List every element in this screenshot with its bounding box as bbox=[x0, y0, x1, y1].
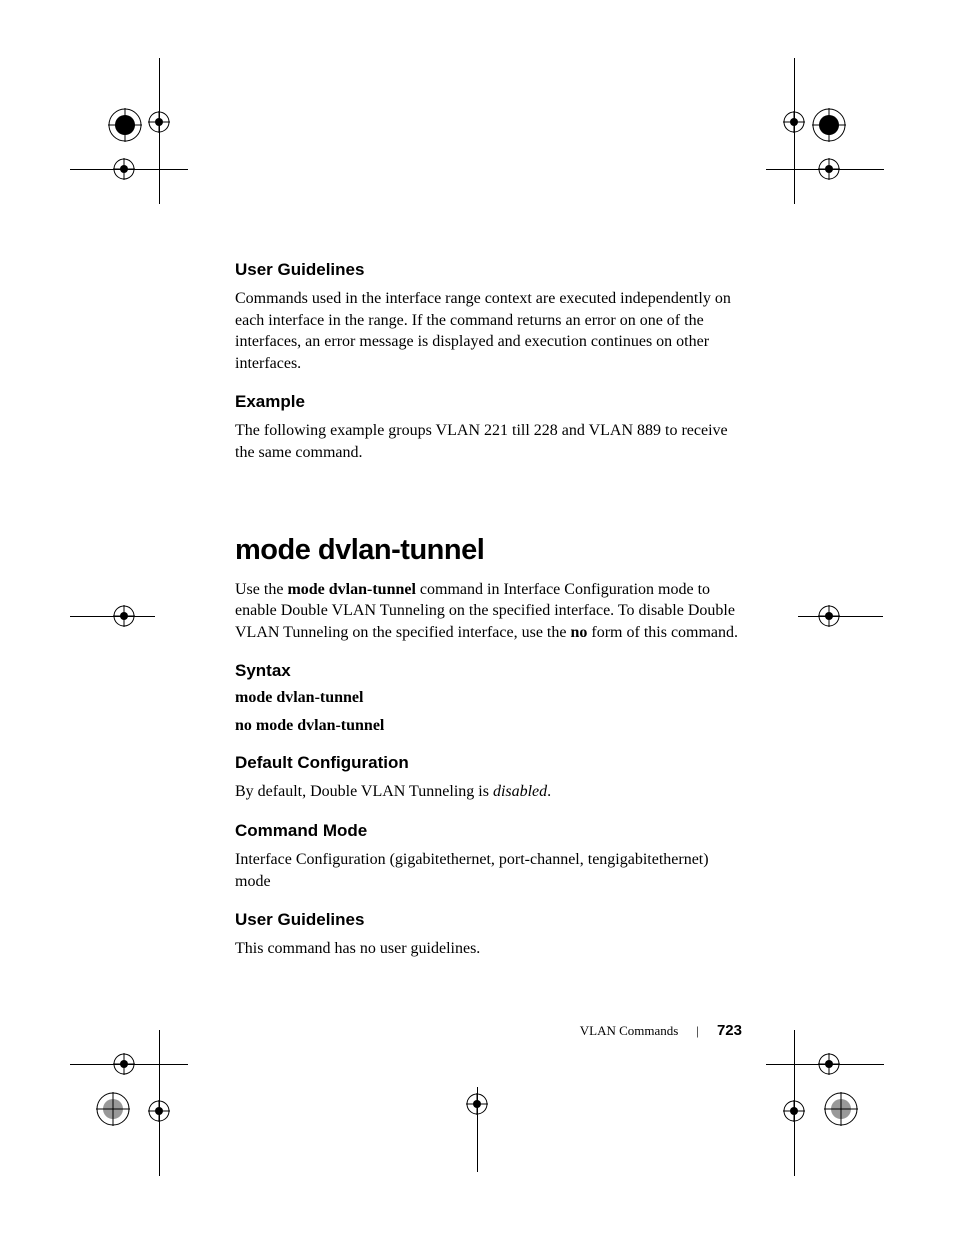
syntax-line: no mode dvlan-tunnel bbox=[235, 717, 740, 735]
registration-mark-icon bbox=[812, 108, 846, 142]
registration-mark-icon bbox=[783, 111, 805, 133]
heading-default-config: Default Configuration bbox=[235, 753, 740, 773]
registration-mark-icon bbox=[783, 1100, 805, 1122]
registration-mark-icon bbox=[96, 1092, 130, 1126]
registration-mark-icon bbox=[113, 158, 135, 180]
registration-mark-icon bbox=[818, 605, 840, 627]
page: User Guidelines Commands used in the int… bbox=[0, 0, 954, 1235]
syntax-line: mode dvlan-tunnel bbox=[235, 689, 740, 707]
body-user-guidelines: Commands used in the interface range con… bbox=[235, 288, 740, 374]
text: . bbox=[547, 783, 551, 800]
registration-mark-icon bbox=[824, 1092, 858, 1126]
footer-section-name: VLAN Commands bbox=[580, 1023, 679, 1039]
heading-command-mode: Command Mode bbox=[235, 821, 740, 841]
heading-syntax: Syntax bbox=[235, 661, 740, 681]
footer-page-number: 723 bbox=[717, 1022, 742, 1039]
crop-mark bbox=[798, 616, 883, 617]
text: Use the bbox=[235, 581, 287, 598]
registration-mark-icon bbox=[818, 1053, 840, 1075]
registration-mark-icon bbox=[113, 605, 135, 627]
section-title: mode dvlan-tunnel bbox=[235, 534, 740, 567]
page-footer: VLAN Commands | 723 bbox=[580, 1022, 742, 1039]
body-user-guidelines-2: This command has no user guidelines. bbox=[235, 938, 740, 960]
registration-mark-icon bbox=[148, 1100, 170, 1122]
text: By default, Double VLAN Tunneling is bbox=[235, 783, 493, 800]
heading-user-guidelines: User Guidelines bbox=[235, 260, 740, 280]
body-default-config: By default, Double VLAN Tunneling is dis… bbox=[235, 781, 740, 803]
registration-mark-icon bbox=[148, 111, 170, 133]
footer-separator: | bbox=[696, 1023, 699, 1039]
text: form of this command. bbox=[587, 624, 738, 641]
registration-mark-icon bbox=[818, 158, 840, 180]
heading-example: Example bbox=[235, 392, 740, 412]
content-area: User Guidelines Commands used in the int… bbox=[235, 260, 740, 978]
registration-mark-icon bbox=[113, 1053, 135, 1075]
no-keyword: no bbox=[570, 624, 587, 641]
body-command-intro: Use the mode dvlan-tunnel command in Int… bbox=[235, 579, 740, 644]
text-italic: disabled bbox=[493, 783, 547, 800]
body-command-mode: Interface Configuration (gigabitethernet… bbox=[235, 849, 740, 892]
heading-user-guidelines-2: User Guidelines bbox=[235, 910, 740, 930]
registration-mark-icon bbox=[108, 108, 142, 142]
command-name: mode dvlan-tunnel bbox=[287, 581, 415, 598]
registration-mark-icon bbox=[466, 1093, 488, 1115]
body-example: The following example groups VLAN 221 ti… bbox=[235, 420, 740, 463]
